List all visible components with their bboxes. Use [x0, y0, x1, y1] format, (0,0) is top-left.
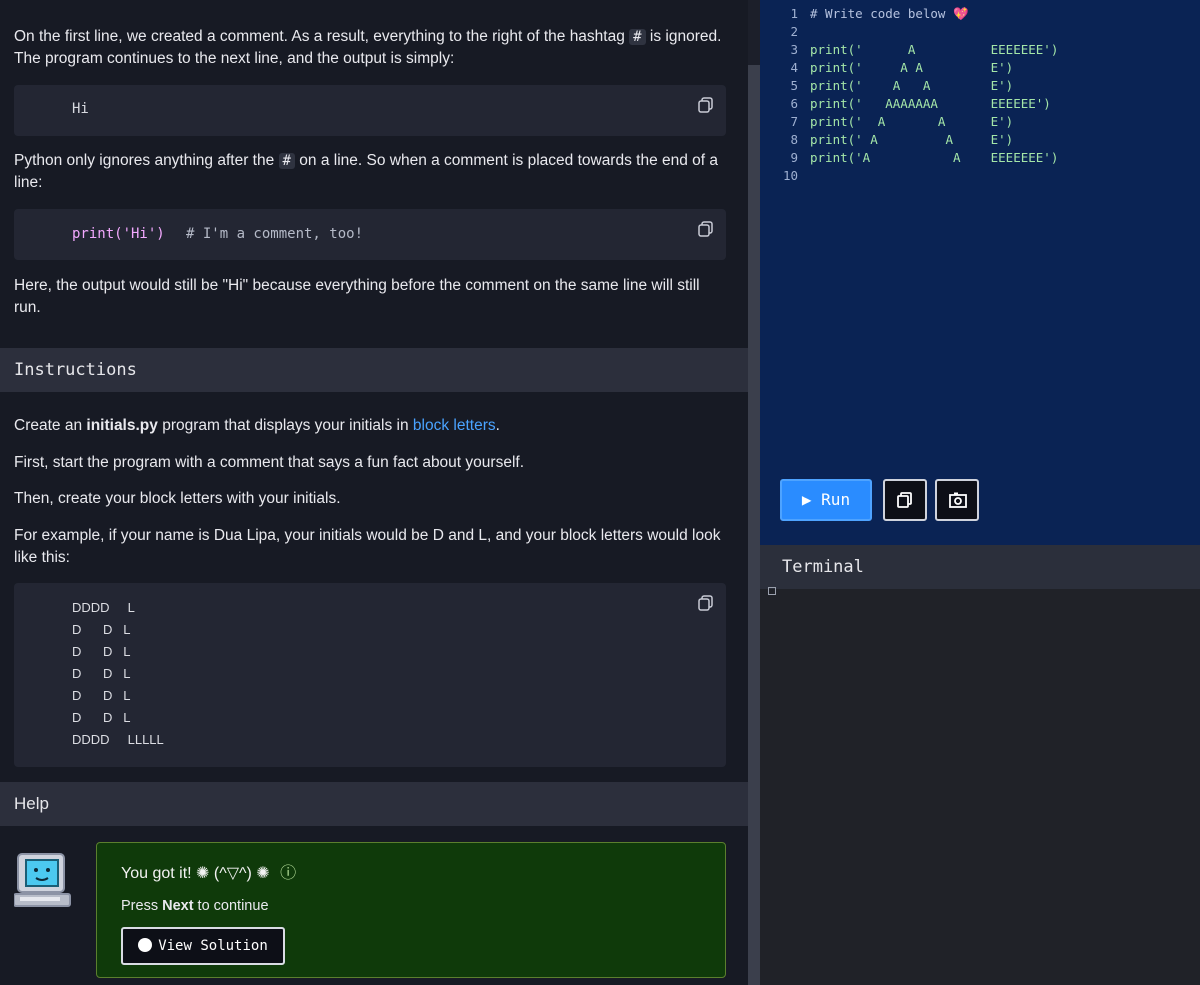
copy-icon[interactable] [698, 595, 714, 611]
text: . [495, 417, 500, 434]
code-line[interactable]: # Write code below 💖 [810, 6, 969, 22]
lesson-paragraph-3: Here, the output would still be "Hi" bec… [14, 277, 700, 316]
code-line[interactable]: print(' A A E') [810, 60, 1013, 75]
text: On the first line, we created a comment.… [14, 28, 630, 45]
camera-icon [949, 492, 967, 508]
text: You got it! ✺ (^▽^) ✺ [121, 865, 270, 882]
block-line: DDDD L [72, 600, 135, 615]
view-solution-label: View Solution [158, 938, 268, 954]
copy-code-button[interactable] [883, 479, 927, 521]
code-line[interactable]: print(' AAAAAAA EEEEEE') [810, 96, 1051, 111]
text: Python only ignores anything after the [14, 152, 279, 169]
computer-mascot-icon [14, 853, 71, 907]
success-message-box: You got it! ✺ (^▽^) ✺ ⓘ Press Next to co… [96, 842, 726, 978]
inline-code-hash: # [629, 29, 646, 45]
terminal-cursor-icon [768, 587, 776, 595]
instruction-line-1: Create an initials.py program that displ… [14, 415, 724, 437]
line-number: 8 [790, 132, 798, 147]
instructions-header: Instructions [0, 348, 748, 392]
line-number: 6 [790, 96, 798, 111]
line-number: 7 [790, 114, 798, 129]
block-line: DDDD LLLLL [72, 732, 164, 747]
code-line[interactable]: print(' A A E') [810, 114, 1013, 129]
text: Create an [14, 417, 87, 434]
code-print: print('Hi') [72, 226, 165, 242]
line-number: 4 [790, 60, 798, 75]
block-line: D D L [72, 688, 131, 703]
block-line: D D L [72, 710, 131, 725]
code-line[interactable]: print(' A A E') [810, 132, 1013, 147]
line-number: 9 [790, 150, 798, 165]
line-number: 1 [790, 6, 798, 21]
workspace-panel: 1 # Write code below 💖 2 3 print(' A EEE… [760, 0, 1200, 985]
line-number: 3 [790, 42, 798, 57]
text: to continue [193, 898, 269, 914]
block-line: D D L [72, 644, 131, 659]
instruction-line-3: Then, create your block letters with you… [14, 490, 341, 507]
code-editor[interactable]: 1 # Write code below 💖 2 3 print(' A EEE… [760, 0, 1200, 545]
success-title: You got it! ✺ (^▽^) ✺ ⓘ [121, 859, 296, 883]
code-line[interactable]: print(' A EEEEEEE') [810, 42, 1058, 57]
lesson-scrollbar-thumb[interactable] [748, 65, 760, 985]
screenshot-button[interactable] [935, 479, 979, 521]
lesson-paragraph-2: Python only ignores anything after the #… [14, 150, 724, 194]
block-line: D D L [72, 622, 131, 637]
view-solution-button[interactable]: View Solution [121, 927, 285, 965]
file-name: initials.py [86, 417, 158, 434]
line-number: 2 [790, 24, 798, 39]
terminal-header: Terminal [760, 545, 1200, 589]
help-header: Help [0, 782, 748, 826]
instruction-line-4: For example, if your name is Dua Lipa, y… [14, 527, 721, 566]
github-icon [138, 938, 153, 952]
text: program that displays your initials in [157, 417, 413, 434]
instruction-line-2: First, start the program with a comment … [14, 454, 524, 471]
press-next-text: Press Next to continue [121, 898, 269, 914]
block-letters-codeblock: DDDD L D D L D D L D D L D D L D D L DDD… [14, 583, 726, 767]
code-line[interactable]: print('A A EEEEEEE') [810, 150, 1058, 165]
line-number: 5 [790, 78, 798, 93]
code-line[interactable]: print(' A A E') [810, 78, 1013, 93]
block-letters-link[interactable]: block letters [413, 417, 496, 434]
info-icon[interactable]: ⓘ [280, 865, 296, 882]
output-codeblock: Hi [14, 85, 726, 136]
terminal-output[interactable] [760, 587, 1200, 985]
comment-codeblock: print('Hi') # I'm a comment, too! [14, 209, 726, 260]
block-line: D D L [72, 666, 131, 681]
line-number: 10 [782, 168, 798, 183]
lesson-paragraph-1: On the first line, we created a comment.… [14, 26, 724, 70]
copy-icon[interactable] [698, 97, 714, 113]
text: Press [121, 898, 163, 914]
copy-icon[interactable] [698, 221, 714, 237]
inline-code-hash: # [278, 153, 295, 169]
lesson-panel: On the first line, we created a comment.… [0, 0, 748, 985]
next-word: Next [162, 898, 194, 914]
run-button[interactable]: ▶ Run [780, 479, 872, 521]
output-text: Hi [72, 101, 89, 117]
copy-icon [897, 492, 912, 508]
code-comment: # I'm a comment, too! [186, 226, 364, 242]
